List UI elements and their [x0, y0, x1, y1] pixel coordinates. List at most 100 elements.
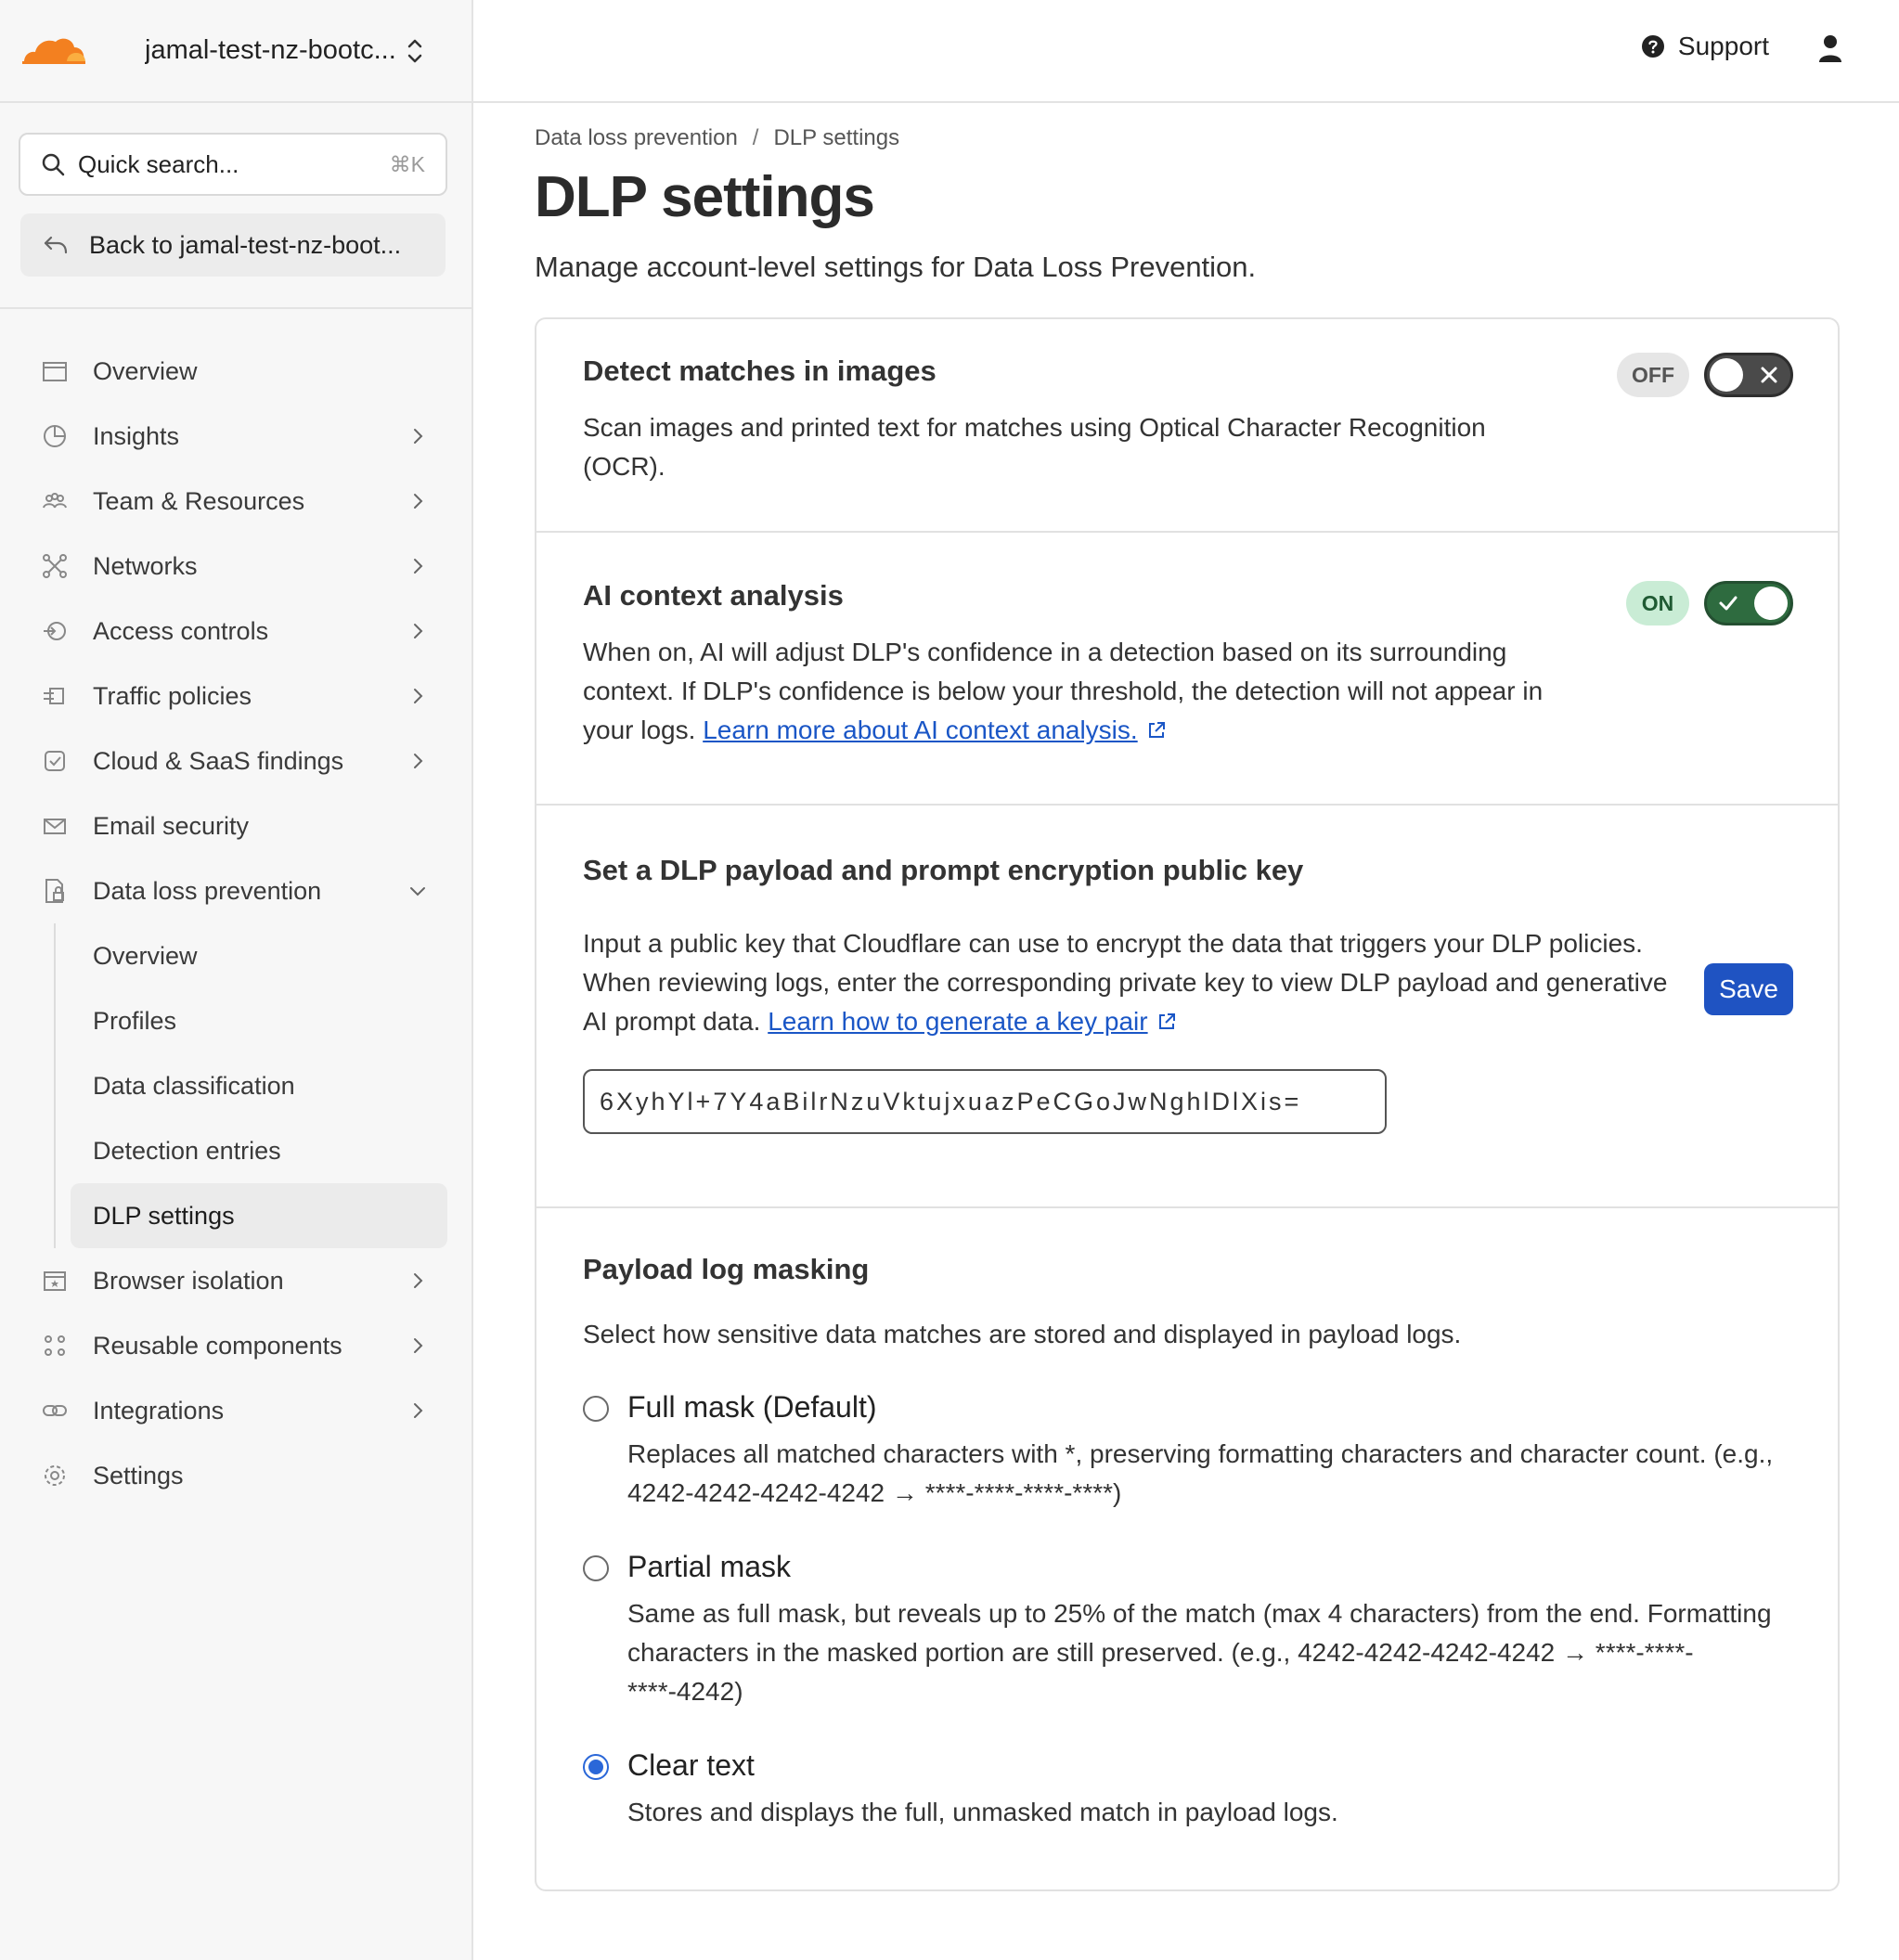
- subitem-label: Detection entries: [93, 1136, 281, 1165]
- breadcrumb-current: DLP settings: [773, 125, 900, 150]
- ocr-section: Detect matches in images Scan images and…: [536, 319, 1838, 533]
- page-title: DLP settings: [535, 165, 875, 229]
- sidebar-item-label: Access controls: [93, 616, 269, 645]
- subitem-label: DLP settings: [93, 1201, 235, 1230]
- radio-description: Stores and displays the full, unmasked m…: [627, 1798, 1338, 1826]
- encryption-title: Set a DLP payload and prompt encryption …: [583, 854, 1304, 886]
- chevron-right-icon: [414, 559, 423, 574]
- back-to-account-button[interactable]: Back to jamal-test-nz-boot...: [20, 213, 446, 277]
- radio-label: Full mask (Default): [627, 1390, 877, 1424]
- toggle-knob: [1754, 587, 1788, 620]
- radio-button[interactable]: [583, 1555, 609, 1581]
- chevron-down-icon: [410, 887, 425, 896]
- check-icon: [1719, 596, 1738, 611]
- chevron-right-icon: [414, 1338, 423, 1353]
- dlp-subnav: Overview Profiles Data classification De…: [0, 923, 473, 1248]
- sidebar-item-label: Browser isolation: [93, 1266, 284, 1295]
- ocr-status-badge: OFF: [1617, 353, 1689, 397]
- sidebar-subitem-profiles[interactable]: Profiles: [0, 988, 473, 1053]
- sidebar-item-settings[interactable]: Settings: [0, 1443, 473, 1508]
- browser-icon: [44, 1271, 66, 1291]
- save-button[interactable]: Save: [1704, 963, 1793, 1015]
- sidebar-item-label: Networks: [93, 551, 198, 580]
- sidebar-divider: [0, 307, 473, 309]
- subitem-label: Overview: [93, 941, 198, 970]
- sidebar-subitem-overview[interactable]: Overview: [0, 923, 473, 988]
- sidebar-nav: Overview Insights Team & Resources Netwo…: [0, 339, 473, 1508]
- sidebar-item-email-security[interactable]: Email security: [0, 793, 473, 858]
- ocr-title: Detect matches in images: [583, 355, 937, 387]
- support-button[interactable]: Support: [1641, 32, 1769, 61]
- radio-button-selected[interactable]: [583, 1754, 609, 1780]
- account-name[interactable]: jamal-test-nz-bootc...: [145, 35, 405, 66]
- chevron-right-icon: [414, 429, 423, 444]
- radio-button[interactable]: [583, 1396, 609, 1422]
- sidebar-subitem-detection-entries[interactable]: Detection entries: [0, 1118, 473, 1183]
- chevron-right-icon: [414, 1403, 423, 1418]
- radio-description: Replaces all matched characters with *, …: [627, 1439, 1774, 1507]
- traffic-icon: [44, 688, 64, 704]
- generate-key-pair-link[interactable]: Learn how to generate a key pair: [768, 1007, 1147, 1036]
- sidebar-item-label: Email security: [93, 811, 250, 840]
- search-icon: [42, 153, 65, 176]
- people-icon: [43, 493, 67, 509]
- user-icon[interactable]: [1817, 33, 1843, 63]
- sidebar-item-browser-isolation[interactable]: Browser isolation: [0, 1248, 473, 1313]
- sidebar-item-data-loss-prevention[interactable]: Data loss prevention: [0, 858, 473, 923]
- ai-context-section: AI context analysis When on, AI will adj…: [536, 533, 1838, 806]
- chevron-right-icon: [414, 754, 423, 768]
- account-switcher[interactable]: jamal-test-nz-bootc...: [0, 0, 472, 103]
- sidebar-item-access-controls[interactable]: Access controls: [0, 599, 473, 664]
- access-icon: [44, 622, 66, 640]
- sidebar-item-team-resources[interactable]: Team & Resources: [0, 469, 473, 534]
- ai-context-toggle[interactable]: [1704, 581, 1793, 625]
- sidebar-subitem-data-classification[interactable]: Data classification: [0, 1053, 473, 1118]
- sidebar-item-label: Insights: [93, 421, 180, 450]
- sidebar-item-integrations[interactable]: Integrations: [0, 1378, 473, 1443]
- quick-search-input[interactable]: Quick search... ⌘K: [19, 133, 447, 196]
- external-link-icon[interactable]: [1145, 719, 1168, 741]
- gear-icon: [45, 1465, 65, 1486]
- sidebar-item-insights[interactable]: Insights: [0, 404, 473, 469]
- components-icon: [45, 1335, 65, 1356]
- chevron-right-icon: [414, 624, 423, 638]
- ocr-toggle[interactable]: [1704, 353, 1793, 397]
- public-key-input[interactable]: 6XyhYl+7Y4aBilrNzuVktujxuazPeCGoJwNghlDl…: [583, 1069, 1387, 1134]
- sidebar-item-label: Team & Resources: [93, 486, 305, 515]
- external-link-icon[interactable]: [1156, 1011, 1178, 1033]
- sidebar-subitem-dlp-settings[interactable]: DLP settings: [71, 1183, 447, 1248]
- cloudflare-logo: [22, 38, 85, 64]
- sidebar-item-label: Settings: [93, 1461, 184, 1489]
- masking-description: Select how sensitive data matches are st…: [583, 1320, 1462, 1348]
- sidebar-item-label: Overview: [93, 356, 198, 385]
- subitem-label: Profiles: [93, 1006, 177, 1035]
- sidebar-item-label: Data loss prevention: [93, 876, 322, 905]
- sidebar-item-reusable-components[interactable]: Reusable components: [0, 1313, 473, 1378]
- subnav-rail: [54, 923, 56, 1248]
- radio-label: Clear text: [627, 1748, 755, 1782]
- radio-label: Partial mask: [627, 1550, 792, 1583]
- sidebar-item-overview[interactable]: Overview: [0, 339, 473, 404]
- cloud-check-icon: [45, 751, 65, 771]
- sidebar-item-cloud-saas-findings[interactable]: Cloud & SaaS findings: [0, 729, 473, 793]
- search-placeholder: Quick search...: [78, 149, 239, 178]
- breadcrumb-separator: /: [752, 125, 759, 150]
- chevron-right-icon: [414, 689, 423, 703]
- sidebar-item-networks[interactable]: Networks: [0, 534, 473, 599]
- toggle-knob: [1710, 358, 1743, 392]
- encryption-key-section: Set a DLP payload and prompt encryption …: [536, 806, 1838, 1208]
- sidebar-item-traffic-policies[interactable]: Traffic policies: [0, 664, 473, 729]
- chevron-right-icon: [414, 494, 423, 509]
- ai-context-learn-more-link[interactable]: Learn more about AI context analysis.: [703, 716, 1138, 744]
- chevron-up-down-icon[interactable]: [405, 35, 425, 67]
- encryption-description: Input a public key that Cloudflare can u…: [583, 924, 1697, 1041]
- pie-chart-icon: [44, 425, 66, 447]
- link-icon: [43, 1405, 67, 1416]
- ai-context-status-badge: ON: [1626, 581, 1689, 625]
- email-shield-icon: [44, 819, 66, 834]
- chevron-right-icon: [414, 1273, 423, 1288]
- breadcrumb-link-dlp[interactable]: Data loss prevention: [535, 125, 738, 151]
- settings-card: Detect matches in images Scan images and…: [535, 317, 1840, 1891]
- support-label: Support: [1677, 32, 1769, 60]
- sidebar-item-label: Cloud & SaaS findings: [93, 746, 344, 775]
